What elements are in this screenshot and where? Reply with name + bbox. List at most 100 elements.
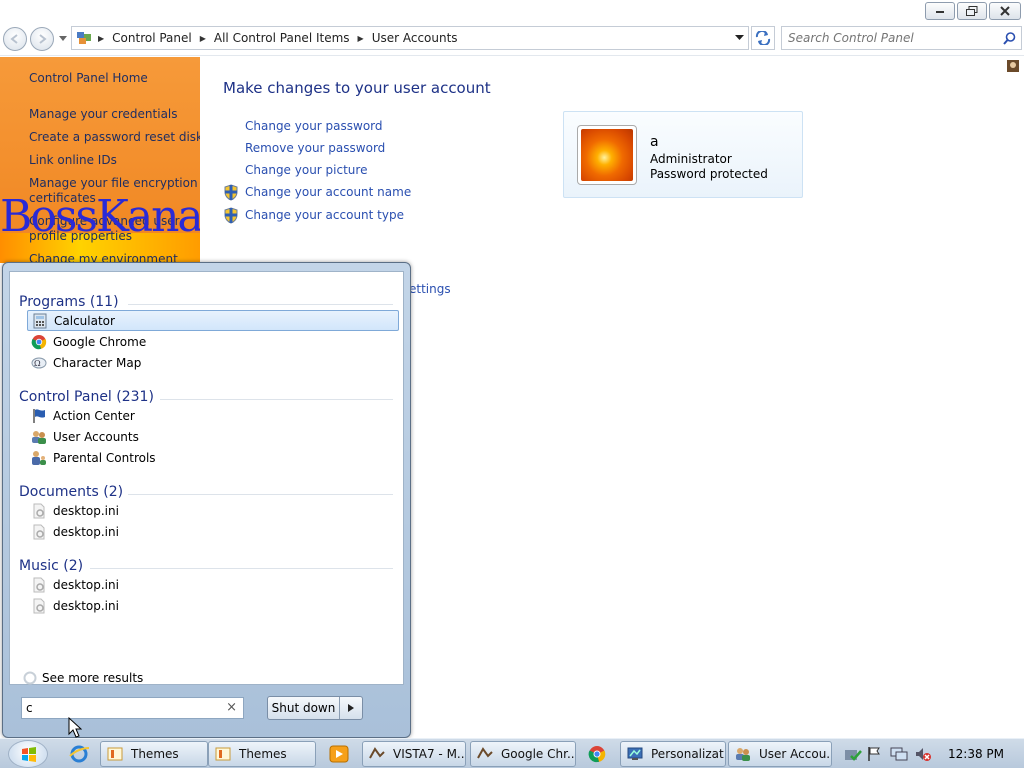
- taskbar-item-themes-1[interactable]: Themes: [100, 741, 208, 767]
- result-user-accounts[interactable]: User Accounts: [27, 426, 399, 447]
- internet-explorer-icon[interactable]: [68, 744, 90, 764]
- result-document-file[interactable]: desktop.ini: [27, 500, 399, 521]
- ini-file-icon: [33, 503, 45, 518]
- group-divider: [128, 304, 393, 305]
- user-role: Administrator: [650, 152, 732, 166]
- breadcrumb-control-panel[interactable]: Control Panel: [112, 31, 192, 45]
- result-parental-controls[interactable]: Parental Controls: [27, 447, 399, 468]
- avatar: [577, 125, 637, 185]
- start-search-input[interactable]: [26, 700, 216, 716]
- forward-button[interactable]: [30, 27, 54, 51]
- minimize-button[interactable]: [925, 2, 955, 20]
- taskbar-item-label: Google Chr...: [501, 747, 576, 761]
- result-document-file[interactable]: desktop.ini: [27, 521, 399, 542]
- change-account-name-link[interactable]: Change your account name: [245, 185, 411, 199]
- flower-picture-icon: [581, 129, 633, 181]
- result-music-file[interactable]: desktop.ini: [27, 574, 399, 595]
- minimize-icon: [936, 11, 944, 13]
- search-icon[interactable]: [1003, 32, 1016, 45]
- shutdown-label[interactable]: Shut down: [268, 697, 340, 719]
- control-panel-home-link[interactable]: Control Panel Home: [29, 71, 148, 85]
- close-icon: [1000, 6, 1010, 16]
- remove-password-link[interactable]: Remove your password: [245, 141, 385, 155]
- app-window-icon: [477, 747, 493, 759]
- calculator-icon: [33, 313, 47, 328]
- see-more-label: See more results: [42, 671, 144, 685]
- security-check-icon[interactable]: [844, 746, 862, 762]
- media-player-icon[interactable]: [328, 744, 350, 764]
- result-google-chrome[interactable]: Google Chrome: [27, 331, 399, 352]
- start-search-box[interactable]: ×: [21, 697, 244, 719]
- taskbar-item-google-chrome[interactable]: Google Chr...: [470, 741, 576, 767]
- search-input[interactable]: [788, 29, 993, 47]
- recent-pages-icon[interactable]: [59, 36, 67, 42]
- result-label: Calculator: [54, 313, 115, 328]
- address-dropdown-icon[interactable]: [735, 35, 744, 41]
- result-action-center[interactable]: Action Center: [27, 405, 399, 426]
- network-icon[interactable]: [890, 746, 908, 762]
- volume-muted-icon[interactable]: [914, 746, 932, 762]
- group-programs-title: Programs (11): [19, 294, 119, 310]
- clear-search-icon[interactable]: ×: [226, 700, 237, 715]
- shutdown-button[interactable]: Shut down: [267, 696, 363, 720]
- arrow-right-icon: [348, 704, 354, 712]
- action-center-flag-icon[interactable]: [866, 746, 882, 762]
- parental-controls-icon: [32, 450, 46, 465]
- close-button[interactable]: [989, 2, 1021, 20]
- breadcrumb-all-items[interactable]: All Control Panel Items: [214, 31, 350, 45]
- main-content: Make changes to your user account Change…: [201, 57, 1024, 263]
- breadcrumb-separator-icon[interactable]: ▶: [200, 34, 206, 43]
- settings-link-partial[interactable]: ettings: [409, 282, 451, 296]
- address-bar[interactable]: ▶ Control Panel ▶ All Control Panel Item…: [71, 26, 749, 50]
- search-results-pane: Programs (11) Calculator Google Chrome Ω…: [9, 271, 404, 685]
- refresh-button[interactable]: [751, 26, 775, 50]
- restore-icon: [966, 6, 978, 16]
- back-button[interactable]: [3, 27, 27, 51]
- taskbar-item-themes-2[interactable]: Themes: [208, 741, 316, 767]
- group-music-title: Music (2): [19, 558, 84, 574]
- result-character-map[interactable]: Ω Character Map: [27, 352, 399, 373]
- ini-file-icon: [33, 598, 45, 613]
- link-online-ids-link[interactable]: Link online IDs: [29, 153, 117, 167]
- taskbar-item-personalization[interactable]: Personalizat...: [620, 741, 726, 767]
- result-label: desktop.ini: [53, 524, 119, 539]
- clock[interactable]: 12:38 PM: [948, 747, 1004, 761]
- svg-text:Ω: Ω: [34, 359, 41, 368]
- taskbar-item-label: User Accou...: [759, 747, 832, 761]
- left-task-pane: Control Panel Home Manage your credentia…: [0, 57, 200, 263]
- manage-credentials-link[interactable]: Manage your credentials: [29, 107, 178, 121]
- forward-arrow-icon: [39, 34, 47, 44]
- change-account-type-link[interactable]: Change your account type: [245, 208, 404, 222]
- chrome-icon[interactable]: [586, 744, 608, 764]
- password-reset-disk-link[interactable]: Create a password reset disk: [29, 130, 200, 144]
- shutdown-options-button[interactable]: [340, 704, 362, 712]
- result-label: Character Map: [53, 355, 142, 370]
- see-more-results-link[interactable]: See more results: [22, 670, 143, 686]
- watermark-text: BossKanae: [0, 191, 200, 242]
- file-encryption-link[interactable]: Manage your file encryption: [29, 176, 198, 190]
- group-divider: [160, 399, 393, 400]
- ini-file-icon: [33, 577, 45, 592]
- result-label: Google Chrome: [53, 334, 147, 349]
- result-label: desktop.ini: [53, 503, 119, 518]
- change-picture-link[interactable]: Change your picture: [245, 163, 367, 177]
- change-password-link[interactable]: Change your password: [245, 119, 383, 133]
- result-label: desktop.ini: [53, 598, 119, 613]
- result-label: User Accounts: [53, 429, 139, 444]
- breadcrumb-user-accounts[interactable]: User Accounts: [372, 31, 458, 45]
- result-calculator[interactable]: Calculator: [27, 310, 399, 331]
- start-button[interactable]: [8, 740, 48, 768]
- taskbar-item-user-accounts[interactable]: User Accou...: [728, 741, 832, 767]
- control-panel-icon: [77, 32, 91, 44]
- search-box[interactable]: [781, 26, 1022, 50]
- back-arrow-icon: [10, 34, 18, 44]
- taskbar-item-label: VISTA7 - M...: [393, 747, 466, 761]
- restore-button[interactable]: [957, 2, 987, 20]
- search-results-icon: [23, 671, 37, 685]
- breadcrumb-separator-icon[interactable]: ▶: [358, 34, 364, 43]
- taskbar-item-vista7[interactable]: VISTA7 - M...: [362, 741, 466, 767]
- user-tile-icon: [1007, 60, 1019, 72]
- user-account-card: a Administrator Password protected: [563, 111, 803, 198]
- result-music-file[interactable]: desktop.ini: [27, 595, 399, 616]
- themes-window-icon: [215, 747, 231, 761]
